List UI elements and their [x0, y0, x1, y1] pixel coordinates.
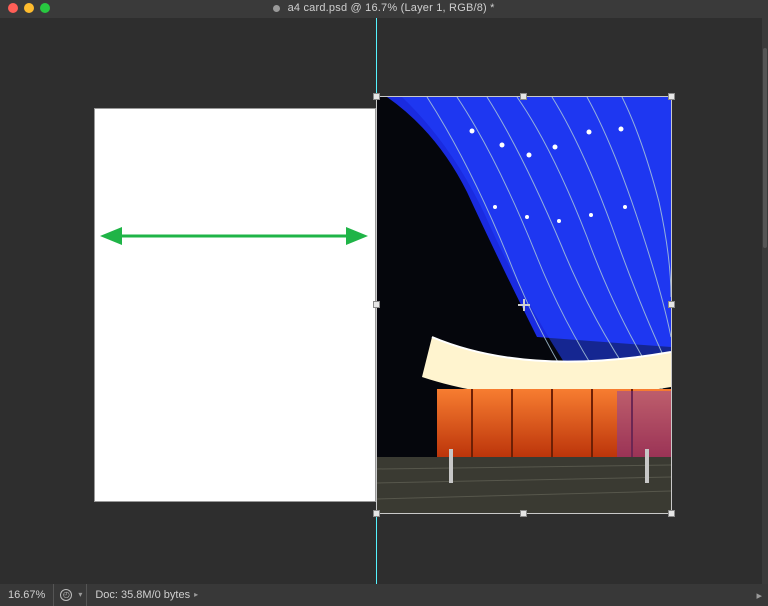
vertical-scrollbar[interactable]	[762, 18, 768, 584]
status-bar-expand-icon[interactable]: ▸	[750, 589, 768, 602]
transform-handle-top-middle[interactable]	[520, 93, 527, 100]
document-title-label: a4 card.psd @ 16.7% (Layer 1, RGB/8) *	[288, 2, 495, 14]
document-viewport[interactable]	[0, 18, 762, 584]
status-doc-info[interactable]: Doc: 35.8M/0 bytes ▸	[87, 584, 206, 606]
transform-center-reference-icon[interactable]	[518, 299, 530, 311]
layer-1-image[interactable]	[377, 97, 671, 513]
document-dirty-indicator-icon	[273, 5, 280, 12]
transform-handle-top-left[interactable]	[373, 93, 380, 100]
status-zoom-label: 16.67%	[8, 584, 45, 606]
chevron-down-icon: ▾	[78, 584, 82, 606]
status-doc-info-label: Doc: 35.8M/0 bytes	[95, 584, 190, 606]
window-title: a4 card.psd @ 16.7% (Layer 1, RGB/8) *	[0, 2, 768, 14]
transform-handle-bottom-middle[interactable]	[520, 510, 527, 517]
chevron-right-icon: ▸	[194, 584, 198, 606]
window-titlebar: a4 card.psd @ 16.7% (Layer 1, RGB/8) *	[0, 0, 768, 18]
status-zoom[interactable]: 16.67%	[0, 584, 54, 606]
document-page[interactable]	[94, 108, 376, 502]
status-timing-popup[interactable]: ◴ ▾	[54, 584, 87, 606]
vertical-scrollbar-thumb[interactable]	[763, 48, 767, 248]
transform-handle-top-right[interactable]	[668, 93, 675, 100]
status-bar: 16.67% ◴ ▾ Doc: 35.8M/0 bytes ▸ ▸	[0, 584, 768, 606]
transform-handle-bottom-left[interactable]	[373, 510, 380, 517]
clock-icon: ◴	[60, 589, 72, 601]
transform-handle-middle-left[interactable]	[373, 301, 380, 308]
transform-handle-bottom-right[interactable]	[668, 510, 675, 517]
transform-handle-middle-right[interactable]	[668, 301, 675, 308]
